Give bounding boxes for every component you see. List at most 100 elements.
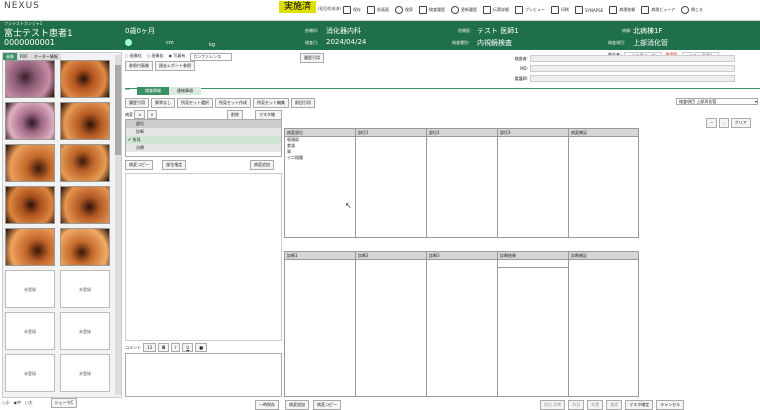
toolbar-buttons: 保存 前画面 検索 検査履歴 更新履歴 伝票詳細 プレビュー 印刷 SYNAPS… — [340, 2, 706, 18]
field-md: MD: — [470, 64, 760, 73]
tree-row-diagnosis[interactable]: 診断 — [126, 128, 281, 136]
findset-edit-button[interactable]: 所見セット編集 — [253, 98, 289, 108]
thumbnail-image[interactable] — [60, 144, 110, 182]
option-conference[interactable]: カンファレンス — [190, 53, 233, 61]
history-cite-button[interactable]: 履歴引用 — [125, 98, 149, 108]
option-image[interactable]: ○ 画像化 — [125, 53, 142, 61]
no-abnormal-button[interactable]: 異常なし — [151, 98, 175, 108]
option-image-2[interactable]: ○ 画像化 — [147, 53, 164, 61]
size-medium[interactable]: ◉中 — [14, 400, 22, 406]
pathology-viewer-button[interactable]: 病理ビューア — [638, 2, 678, 18]
empty-thumbnail-slot[interactable]: 未登録 — [60, 354, 110, 392]
lesion-tree: 部位 診断 ✔ 所見 治療 — [125, 119, 282, 157]
tab-exam-info[interactable]: 検査情報 — [137, 87, 169, 95]
size-large[interactable]: ○大 — [25, 400, 33, 406]
thumbnail-image[interactable] — [5, 186, 55, 224]
reference-buttons: 参照付画像 過去レポート参照 — [125, 61, 195, 71]
font-size-select[interactable]: 13 — [143, 343, 157, 352]
nurse-input[interactable] — [530, 75, 735, 82]
clear-button[interactable]: クリア — [730, 118, 751, 128]
endoscopy-image — [61, 229, 109, 265]
print-button[interactable]: 印刷 — [548, 2, 572, 18]
site3-col: 部位3 — [497, 128, 569, 238]
dept-value: 消化器内科 — [326, 27, 361, 35]
empty-thumbnail-slot[interactable]: 未登録 — [60, 270, 110, 308]
move-down-button[interactable]: ∨ — [146, 110, 158, 119]
thumbnail-image[interactable] — [60, 186, 110, 224]
preview-button[interactable]: プレビュー — [512, 2, 548, 18]
collapse-toggle[interactable]: — — [125, 87, 130, 93]
site-specify-button[interactable]: 部位指定 — [162, 160, 187, 170]
search-button[interactable]: 検索 — [392, 2, 416, 18]
thumbnail-image[interactable] — [60, 60, 110, 98]
endoscopy-image — [6, 187, 54, 223]
tab-pdf[interactable]: PDF — [17, 53, 31, 60]
tree-row-treatment[interactable]: 治療 — [126, 144, 281, 152]
lesion-copy-button[interactable]: 病変コピー — [125, 160, 153, 170]
header-diag-result: 診断結果 — [498, 252, 568, 260]
tree-row-site[interactable]: 部位 — [126, 120, 281, 128]
tab-order[interactable]: オーダー情報 — [30, 53, 61, 60]
thumbnail-image[interactable] — [5, 60, 55, 98]
prev-cite-button[interactable]: 前回引用 — [291, 98, 315, 108]
header-site2: 部位2 — [427, 129, 497, 137]
synapse-button[interactable]: SYNAPSE — [572, 2, 606, 18]
update-history-icon — [451, 6, 459, 14]
italic-button[interactable]: I — [171, 343, 181, 352]
lesion-add-button[interactable]: 病変追加 — [250, 160, 274, 170]
slip-detail-button[interactable]: 伝票詳細 — [480, 2, 512, 18]
empty-thumbnail-slot[interactable]: 未登録 — [5, 354, 55, 392]
move-up-button[interactable]: ∧ — [134, 110, 146, 119]
comment-label: コメント — [125, 344, 141, 350]
update-history-button[interactable]: 更新履歴 — [448, 2, 480, 18]
history-cite-top-button[interactable]: 履歴引用 — [300, 53, 324, 63]
tab-notes[interactable]: 連絡事項 — [169, 87, 201, 95]
thumbnail-scrollbar[interactable] — [115, 55, 121, 395]
option-photo[interactable]: ◉ 写真有 — [169, 53, 186, 61]
tab-images[interactable]: 画像 — [3, 53, 17, 60]
thumbnail-image[interactable] — [5, 102, 55, 140]
schema-button[interactable]: シェーマC — [50, 398, 78, 408]
exam-item-select[interactable]: 検査項目 上部消化管 ▾ — [676, 98, 758, 105]
findset-create-button[interactable]: 所見セット作成 — [215, 98, 251, 108]
comment-textarea[interactable] — [125, 353, 282, 397]
status-badge: 実施済 — [279, 1, 316, 13]
endoscopy-image — [6, 145, 54, 181]
field-examiner: 検査者: — [470, 54, 760, 63]
thumb-size-options: ○小 ◉中 ○大 シェーマC — [2, 398, 78, 408]
site-item[interactable]: 十二指腸 — [285, 155, 355, 161]
history-button[interactable]: 検査履歴 — [416, 2, 448, 18]
diag3-col: 診断3 — [426, 251, 498, 397]
endoscopy-image — [61, 103, 109, 139]
tree-row-finding[interactable]: ✔ 所見 — [126, 136, 281, 144]
thumbnail-image[interactable] — [60, 102, 110, 140]
findset-select-button[interactable]: 所見セット選択 — [177, 98, 213, 108]
minus-button[interactable]: − — [706, 118, 718, 128]
thumbnail-image[interactable] — [5, 144, 55, 182]
examiner-input[interactable] — [530, 55, 735, 62]
endoscopy-image — [61, 145, 109, 181]
thumbnail-image[interactable] — [60, 228, 110, 266]
comma-button[interactable]: , — [719, 118, 729, 128]
close-button[interactable]: 閉じる — [678, 2, 706, 18]
pathology-request-button[interactable]: 病理依頼 — [606, 2, 638, 18]
empty-thumbnail-slot[interactable]: 未登録 — [60, 312, 110, 350]
underline-button[interactable]: U — [182, 343, 194, 352]
header-diag3: 診断3 — [427, 252, 497, 260]
empty-thumbnail-slot[interactable]: 未登録 — [5, 270, 55, 308]
past-report-button[interactable]: 過去レポート参照 — [155, 61, 195, 71]
color-button[interactable]: ■ — [195, 343, 208, 352]
empty-thumbnail-slot[interactable]: 未登録 — [5, 312, 55, 350]
lesion-detail-area[interactable] — [125, 173, 282, 341]
scrollbar-thumb[interactable] — [115, 65, 121, 155]
print-icon — [551, 6, 559, 14]
size-small[interactable]: ○小 — [2, 400, 10, 406]
check-icon[interactable]: ✔ — [128, 137, 131, 142]
md-input[interactable] — [530, 65, 735, 72]
back-button[interactable]: 前画面 — [364, 2, 392, 18]
bold-button[interactable]: B — [158, 343, 170, 352]
ref-image-button[interactable]: 参照付画像 — [125, 61, 153, 71]
diag-result-input[interactable] — [498, 260, 568, 268]
save-button[interactable]: 保存 — [340, 2, 364, 18]
thumbnail-image[interactable] — [5, 228, 55, 266]
